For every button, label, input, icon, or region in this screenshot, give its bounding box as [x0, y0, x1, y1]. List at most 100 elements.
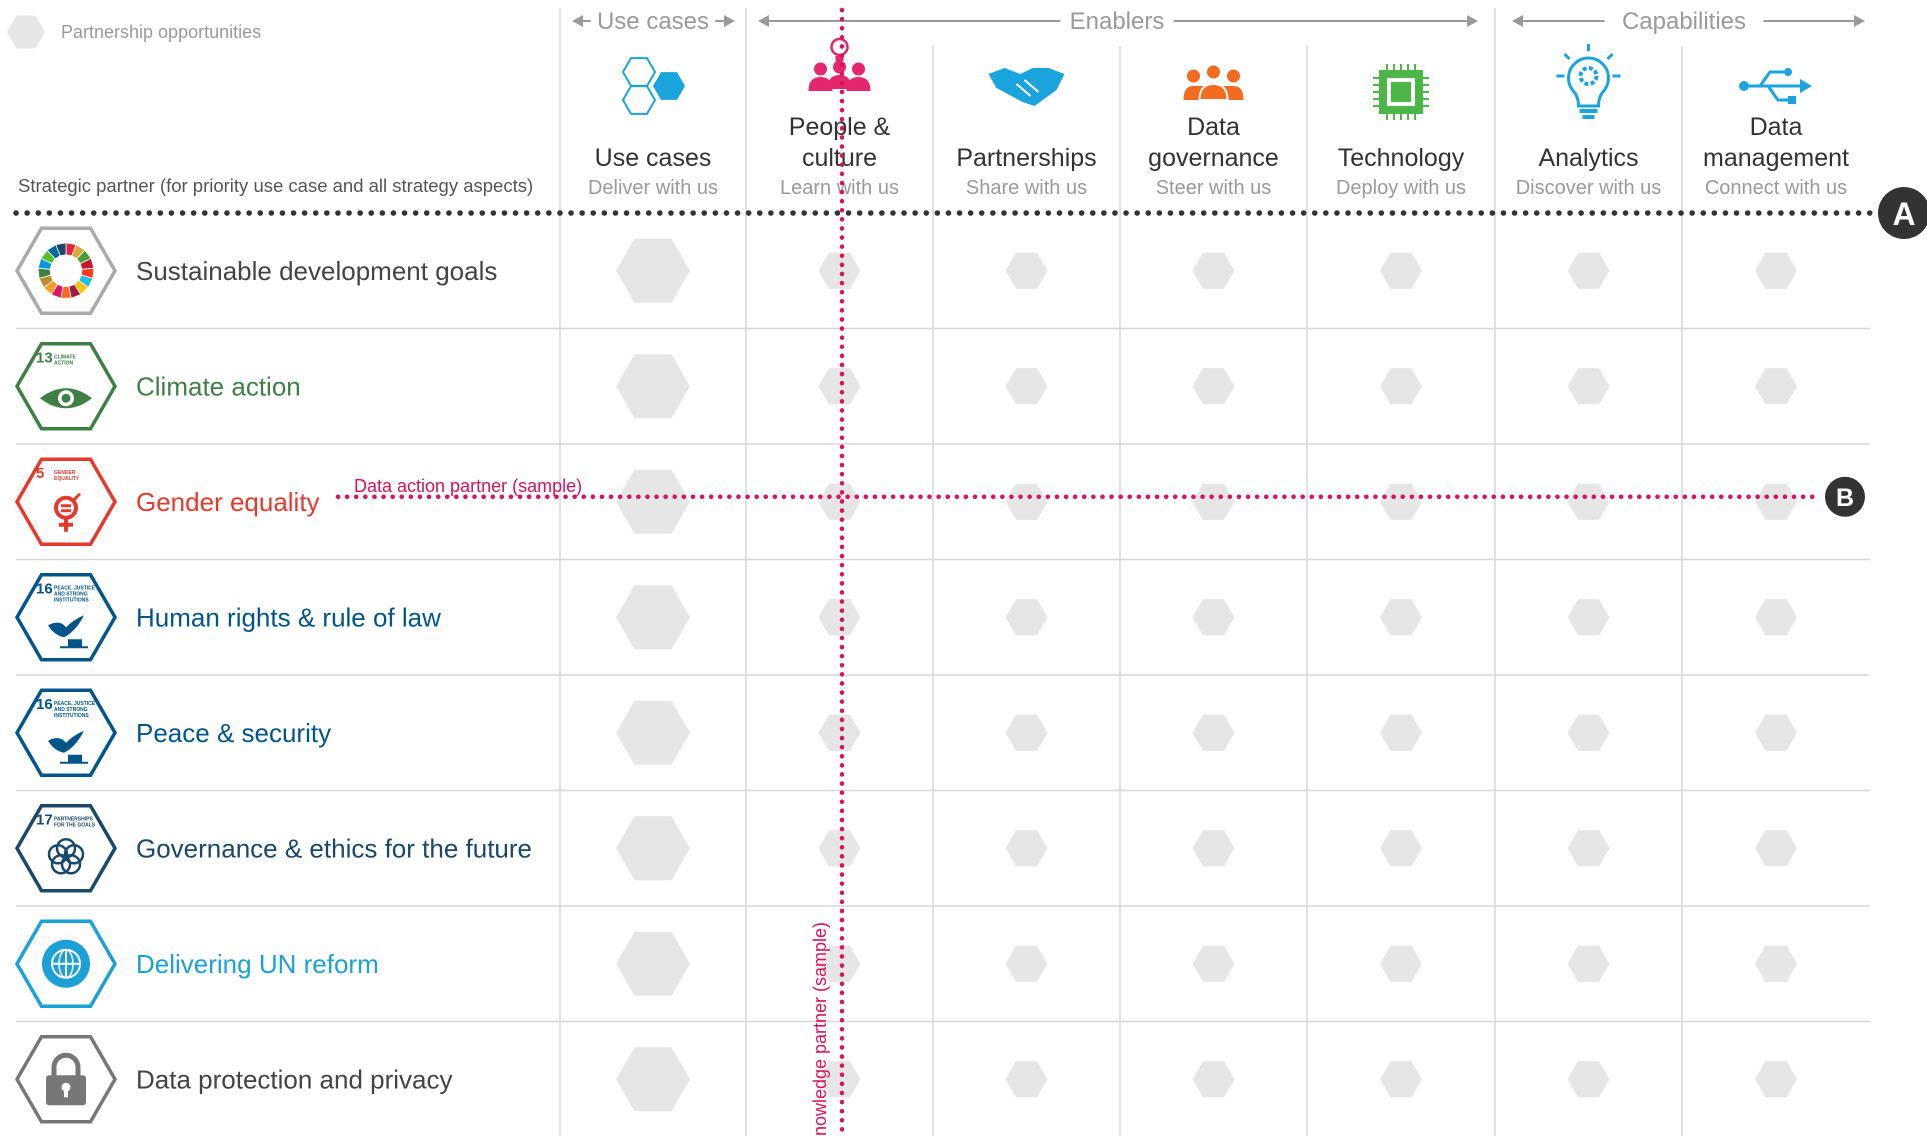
usb-icon [1739, 68, 1812, 104]
column-subtitle: Deliver with us [588, 177, 718, 199]
head [814, 62, 827, 76]
dove-gavel-icon: 16 PEACE, JUSTICEAND STRONGINSTITUTIONS [14, 688, 118, 777]
partnership-hexagon [1192, 830, 1235, 867]
partnership-hexagon [1192, 252, 1235, 289]
partnership-hexagon [1567, 830, 1610, 867]
rings-icon: 17 PARTNERSHIPSFOR THE GOALS [14, 804, 118, 893]
partnership-hexagon [1380, 714, 1422, 751]
partnership-hexagon [1005, 830, 1048, 867]
partnership-hexagon [616, 931, 690, 996]
goal-caption: FOR THE GOALS [54, 822, 96, 828]
row-3: 5 GENDEREQUALITY Gender equality [14, 457, 320, 546]
head [833, 60, 846, 74]
row-label: Climate action [136, 371, 301, 401]
row-6: 17 PARTNERSHIPSFOR THE GOALS Governance & … [14, 804, 532, 893]
partnership-hexagon [818, 483, 861, 520]
row-label: Gender equality [136, 487, 320, 517]
hex-outline [621, 57, 657, 87]
column-subtitle: Deploy with us [1336, 177, 1466, 199]
partnership-hexagon [1755, 483, 1797, 520]
row-7: Delivering UN reform [14, 919, 379, 1008]
column-title: Analytics [1538, 144, 1638, 172]
partnership-hexagon [1755, 945, 1797, 982]
column-title: Data [1187, 113, 1240, 141]
goal-number: 5 [36, 465, 44, 482]
partnership-hexagon [1380, 483, 1422, 520]
front-body [1198, 82, 1229, 101]
head [1227, 69, 1240, 83]
partnership-hexagon [1192, 483, 1235, 520]
arrow-left-icon [758, 15, 769, 27]
column-title: Use cases [595, 144, 712, 172]
column-head: Partnerships Share with us [956, 68, 1097, 199]
group-label: Use cases [597, 8, 709, 35]
column-header: Partnership opportunities Use cases Enable… [7, 8, 1865, 199]
partnership-hexagon [616, 238, 690, 303]
lightbulb-gear-icon [1556, 44, 1621, 119]
column-title: culture [802, 144, 877, 172]
partnership-hexagon [818, 830, 861, 867]
partnership-hexagon [1005, 714, 1048, 751]
goal-number: 16 [36, 580, 53, 597]
partnership-hexagon [1755, 599, 1797, 636]
partnership-hexagon [1755, 252, 1797, 289]
usb-branch [1758, 70, 1784, 87]
arrow-left-icon [1512, 15, 1523, 27]
handshake-icon [988, 68, 1065, 106]
marker-b: B [1825, 476, 1865, 517]
goal-number: 16 [36, 696, 53, 713]
bulb-base [1579, 109, 1598, 113]
marker-b-letter: B [1836, 484, 1854, 512]
row-label: Data protection and privacy [136, 1064, 453, 1094]
gender-icon: 5 GENDEREQUALITY [14, 457, 118, 546]
head [1207, 65, 1220, 79]
bulb [830, 37, 849, 57]
group-icon [1183, 65, 1244, 101]
partnership-hexagon [1567, 599, 1610, 636]
ray [1606, 52, 1614, 61]
goal-caption: INSTITUTIONS [54, 597, 89, 603]
goal-caption: ACTION [54, 360, 74, 366]
partnership-hexagon [616, 1047, 690, 1112]
gear [1578, 66, 1599, 86]
partnership-hexagon [1380, 830, 1422, 867]
partnership-hexagon [818, 368, 861, 405]
partnership-hexagon [616, 816, 690, 881]
group-use-cases: Use cases [572, 8, 735, 35]
partnership-hexagon [1192, 714, 1235, 751]
column-subtitle: Learn with us [780, 177, 899, 199]
partnership-hexagon [1755, 368, 1797, 405]
chip-core [1391, 82, 1411, 102]
partnership-hexagon [1005, 599, 1048, 636]
column-head: Data management Connect with us [1703, 68, 1849, 199]
data-action-partner-label: Data action partner (sample) [354, 476, 582, 496]
partnership-hexagon [1755, 1061, 1797, 1098]
body [846, 77, 871, 91]
column-head: Technology Deploy with us [1336, 64, 1466, 199]
column-title: Partnerships [956, 144, 1096, 172]
partnership-hexagon [1192, 945, 1235, 982]
row-2: 13 CLIMATEACTION Climate action [14, 342, 301, 431]
row-label: Peace & security [136, 718, 331, 748]
marker-a: A [1878, 187, 1927, 239]
arrow-right-icon [1854, 15, 1865, 27]
partnership-hexagon [818, 714, 861, 751]
hex-outline [621, 85, 657, 115]
globe-land [61, 393, 71, 403]
usb-branch [1766, 85, 1788, 102]
usb-arrow [1800, 79, 1812, 93]
partnership-hexagon [1380, 945, 1422, 982]
partnership-hexagon [1380, 252, 1422, 289]
partnership-hexagon [1005, 483, 1048, 520]
partnership-hexagon [616, 700, 690, 765]
eye-globe-icon: 13 CLIMATEACTION [14, 342, 118, 431]
bulb-base [1582, 115, 1595, 119]
hex-filled [653, 72, 685, 100]
group-label: Enablers [1070, 8, 1165, 35]
column-head: People & culture Learn with us [780, 37, 899, 199]
row-4: 16 PEACE, JUSTICEAND STRONGINSTITUTIONS Hu… [14, 573, 441, 662]
partnership-hexagon [1755, 830, 1797, 867]
row-label: Sustainable development goals [136, 256, 497, 286]
hands [988, 68, 1065, 106]
usb-dot [1739, 81, 1749, 91]
